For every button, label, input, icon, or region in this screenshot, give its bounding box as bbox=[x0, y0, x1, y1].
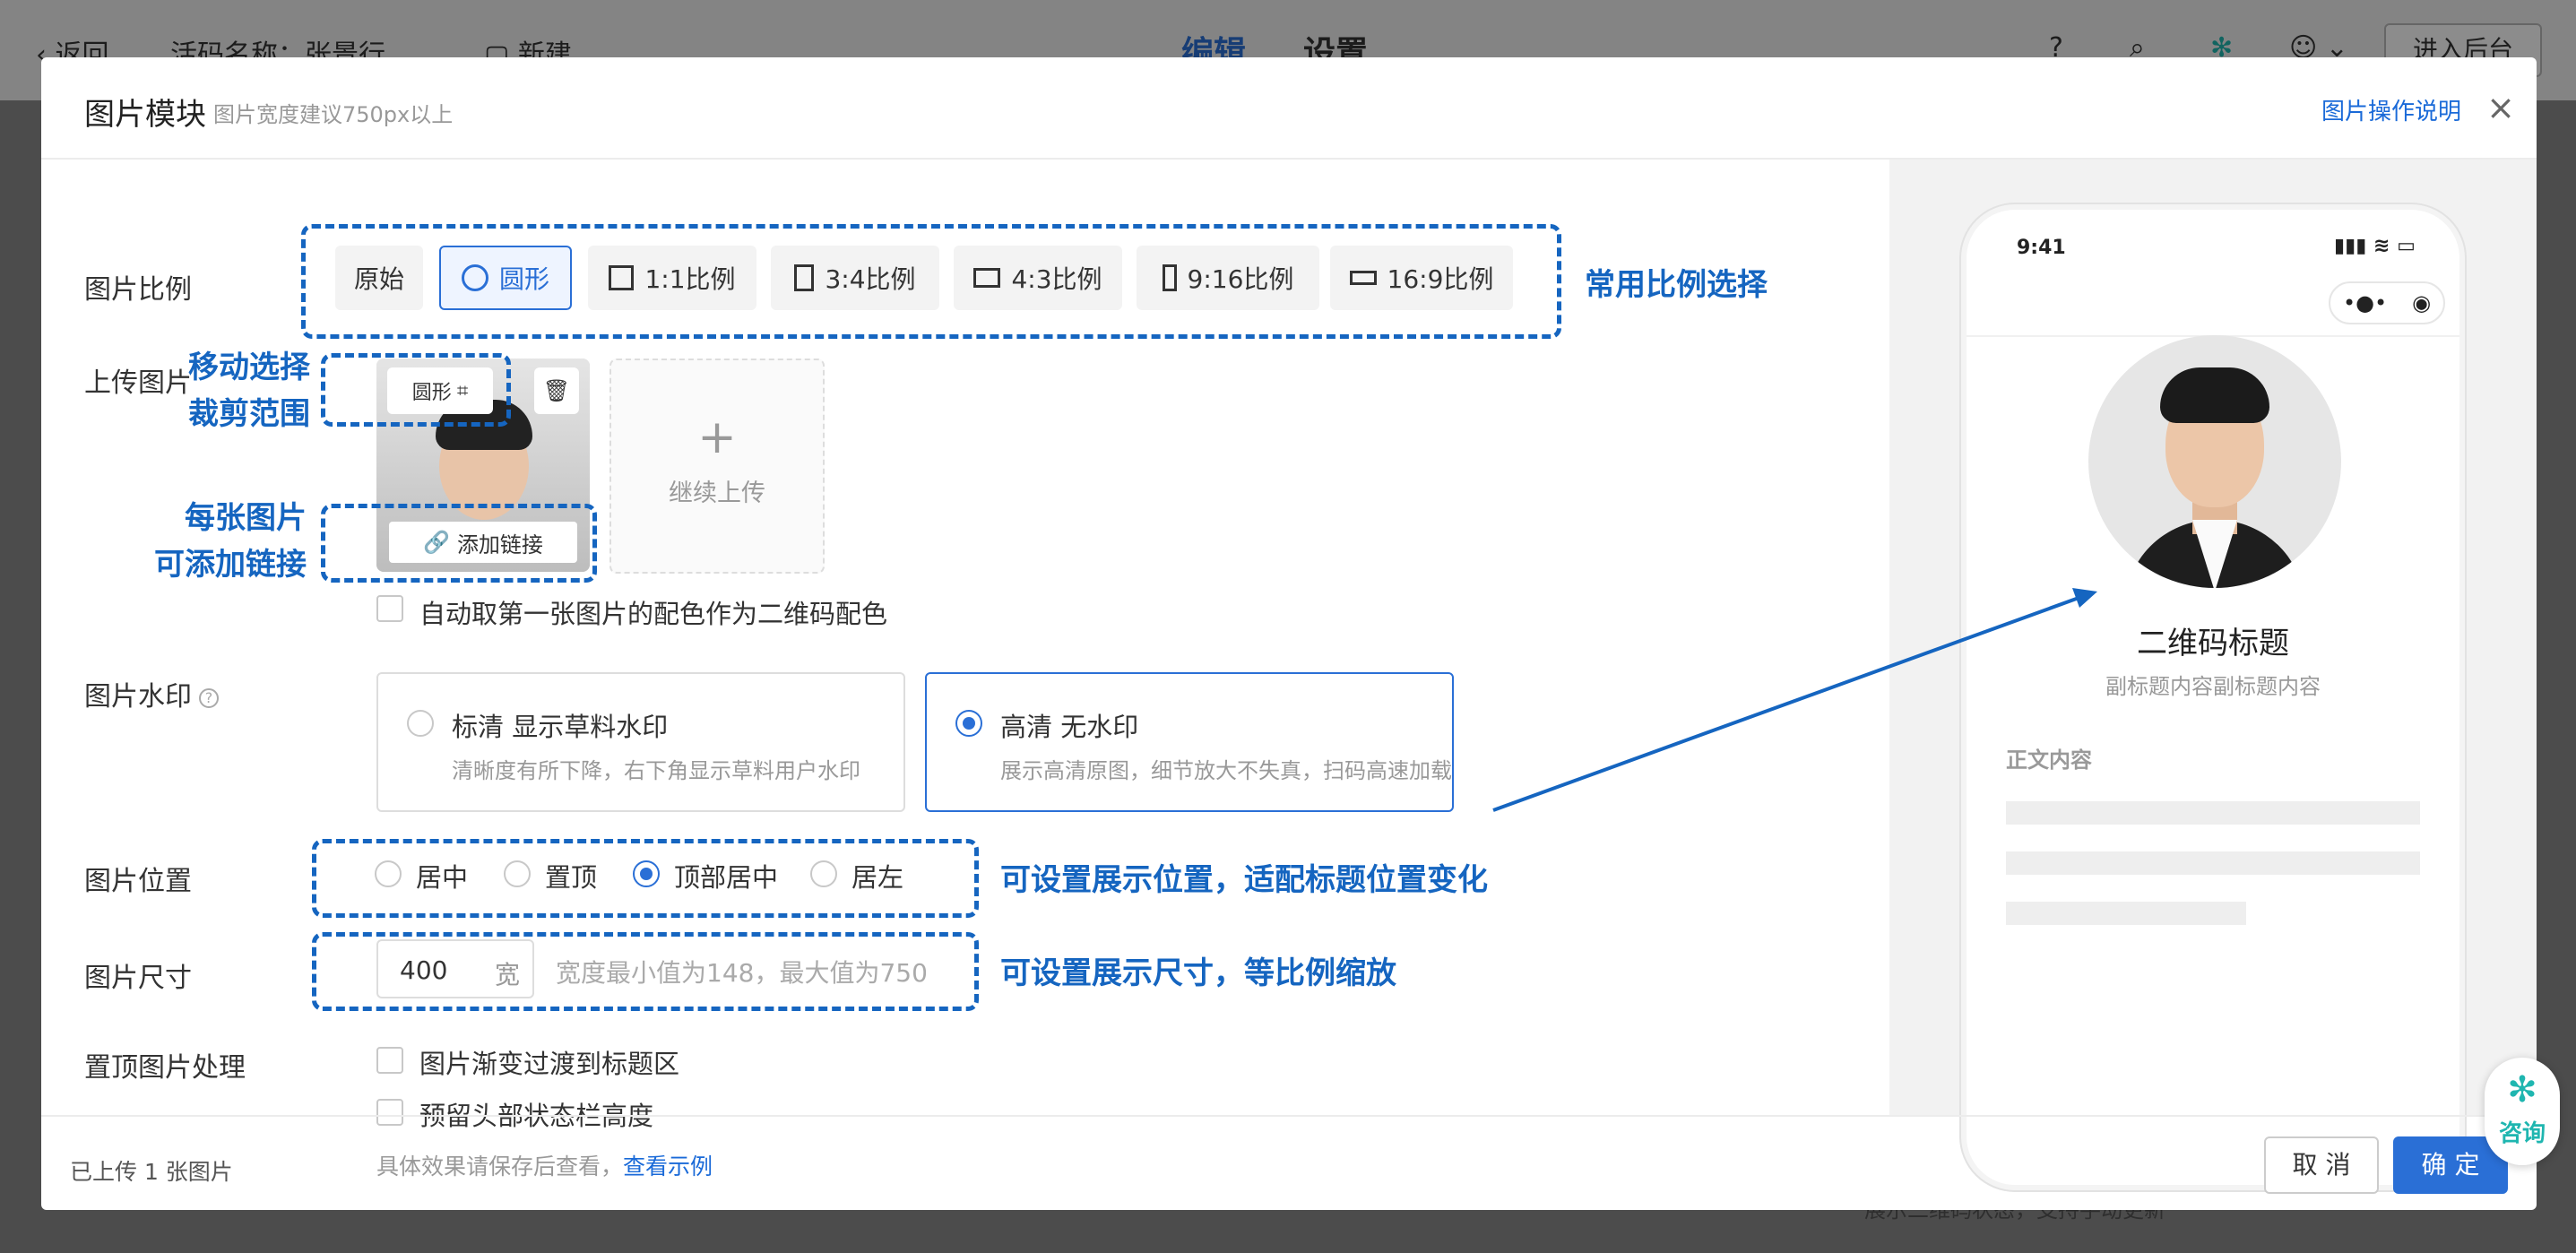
mini-program-capsule: •●• ◉ bbox=[2329, 281, 2445, 324]
watermark-hd-desc: 展示高清原图，细节放大不失真，扫码高速加载 bbox=[1000, 758, 1452, 783]
form-area: 图片比例 原始 圆形 1:1比例 3:4比例 4:3比例 9:16比例 16:9… bbox=[41, 160, 1889, 1180]
consult-button[interactable]: ✻ 咨询 bbox=[2485, 1058, 2560, 1165]
annotation-position: 可设置展示位置，适配标题位置变化 bbox=[1000, 862, 1488, 898]
preview-avatar bbox=[2088, 335, 2341, 588]
gradient-transition-checkbox[interactable] bbox=[376, 1047, 403, 1074]
phone-time: 9:41 bbox=[2017, 237, 2066, 259]
preview-title: 二维码标题 bbox=[2137, 626, 2289, 661]
plus-icon: + bbox=[697, 410, 737, 464]
more-icon: •●• bbox=[2342, 290, 2388, 315]
phone-status-icons: ▮▮▮ ≋ ▭ bbox=[2334, 235, 2416, 257]
dialog-footer: 已上传 1 张图片 取 消 确 定 bbox=[41, 1115, 2537, 1210]
dialog-title: 图片模块 bbox=[84, 97, 206, 133]
phone-frame: 9:41 ▮▮▮ ≋ ▭ •●• ◉ 二维码标题 副标题内容副标题内容 正文内容 bbox=[1961, 204, 2465, 1190]
annotation-crop-line1: 移动选择 bbox=[188, 350, 310, 385]
gradient-transition-label: 图片渐变过渡到标题区 bbox=[419, 1049, 680, 1079]
upload-count-note: 已上传 1 张图片 bbox=[70, 1159, 233, 1185]
annotation-ratio: 常用比例选择 bbox=[1585, 267, 1768, 303]
delete-icon[interactable]: 🗑 bbox=[534, 367, 579, 414]
size-label: 图片尺寸 bbox=[84, 963, 192, 994]
cancel-button[interactable]: 取 消 bbox=[2264, 1136, 2379, 1194]
dialog-subtitle: 图片宽度建议750px以上 bbox=[213, 102, 454, 127]
watermark-hd-radio[interactable] bbox=[955, 710, 982, 737]
content-placeholder-bar bbox=[2006, 801, 2420, 825]
annotation-link-line2: 可添加链接 bbox=[154, 547, 307, 583]
position-highlight-box bbox=[312, 839, 979, 918]
position-label: 图片位置 bbox=[84, 866, 192, 897]
consult-label: 咨询 bbox=[2498, 1120, 2546, 1147]
auto-color-label: 自动取第一张图片的配色作为二维码配色 bbox=[419, 599, 888, 629]
image-module-dialog: 图片模块 图片宽度建议750px以上 图片操作说明 × 图片比例 原始 圆形 1… bbox=[41, 57, 2537, 1210]
ratio-highlight-box bbox=[301, 224, 1561, 339]
watermark-hd-title: 高清 无水印 bbox=[1000, 712, 1139, 742]
ratio-label: 图片比例 bbox=[84, 274, 192, 306]
preview-subtitle: 副标题内容副标题内容 bbox=[2105, 674, 2321, 699]
annotation-size: 可设置展示尺寸，等比例缩放 bbox=[1000, 955, 1396, 991]
crop-highlight-box bbox=[321, 353, 511, 427]
pinwheel-icon: ✻ bbox=[2507, 1069, 2537, 1110]
watermark-hd-option[interactable]: 高清 无水印 展示高清原图，细节放大不失真，扫码高速加载 bbox=[925, 672, 1454, 812]
avatar-hair bbox=[2160, 367, 2269, 423]
dialog-header: 图片模块 图片宽度建议750px以上 图片操作说明 × bbox=[41, 57, 2537, 160]
size-highlight-box bbox=[312, 932, 979, 1011]
watermark-standard-title: 标清 显示草料水印 bbox=[452, 712, 669, 742]
phone-preview-panel: 9:41 ▮▮▮ ≋ ▭ •●• ◉ 二维码标题 副标题内容副标题内容 正文内容 bbox=[1889, 160, 2537, 1190]
close-circle-icon: ◉ bbox=[2412, 290, 2432, 315]
preview-body-label: 正文内容 bbox=[2006, 747, 2092, 773]
watermark-standard-desc: 清晰度有所下降，右下角显示草料用户水印 bbox=[452, 758, 860, 783]
annotation-link-line1: 每张图片 bbox=[185, 500, 307, 536]
help-link[interactable]: 图片操作说明 bbox=[2321, 93, 2461, 126]
watermark-standard-option[interactable]: 标清 显示草料水印 清晰度有所下降，右下角显示草料用户水印 bbox=[376, 672, 905, 812]
watermark-label-text: 图片水印 bbox=[84, 681, 192, 713]
continue-upload-button[interactable]: + 继续上传 bbox=[609, 359, 825, 574]
question-icon[interactable]: ? bbox=[199, 687, 219, 708]
annotation-crop-line2: 裁剪范围 bbox=[188, 396, 310, 432]
content-placeholder-bar bbox=[2006, 902, 2246, 925]
continue-upload-label: 继续上传 bbox=[669, 480, 765, 507]
close-icon[interactable]: × bbox=[2483, 90, 2519, 125]
auto-color-checkbox[interactable] bbox=[376, 595, 403, 622]
link-highlight-box bbox=[321, 504, 597, 583]
top-processing-label: 置顶图片处理 bbox=[84, 1052, 246, 1084]
content-placeholder-bar bbox=[2006, 851, 2420, 875]
annotation-crop: 移动选择 裁剪范围 bbox=[149, 344, 310, 437]
watermark-label: 图片水印? bbox=[84, 674, 219, 713]
annotation-link: 每张图片可添加链接 bbox=[95, 495, 307, 588]
watermark-standard-radio[interactable] bbox=[407, 710, 434, 737]
